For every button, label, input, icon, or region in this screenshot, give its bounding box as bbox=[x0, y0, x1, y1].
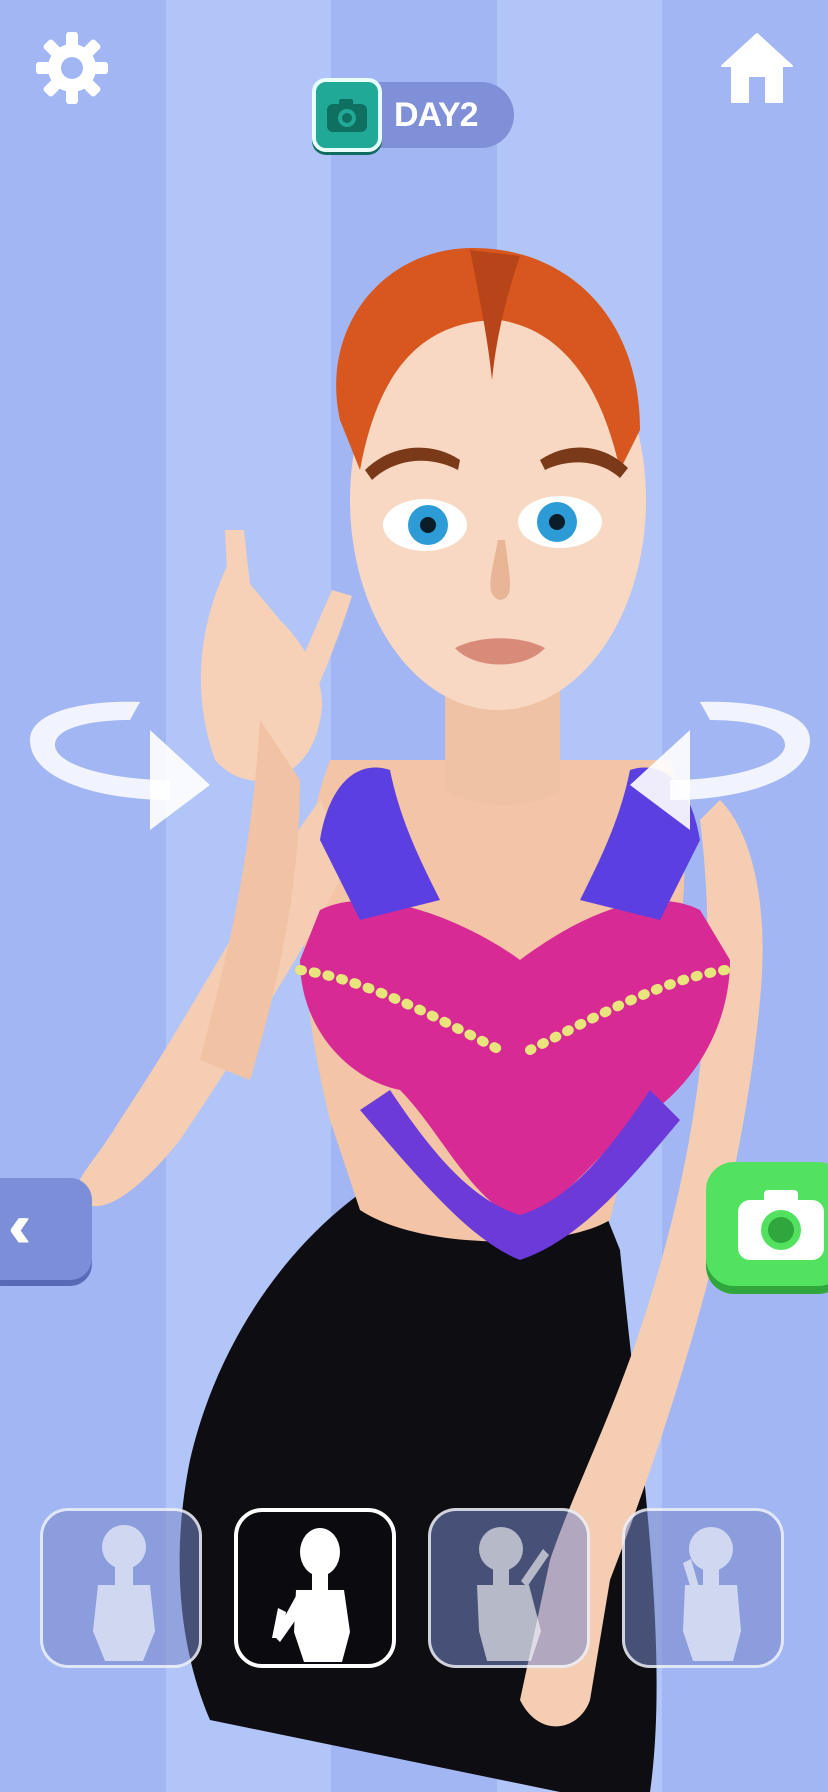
day-label: DAY2 bbox=[394, 96, 479, 134]
pose-shy-icon bbox=[683, 1527, 741, 1661]
rotate-left-arrow[interactable] bbox=[20, 690, 220, 840]
home-icon bbox=[721, 33, 793, 103]
day-indicator: DAY2 bbox=[312, 78, 514, 152]
pose-hand-on-head-icon bbox=[477, 1527, 549, 1661]
camera-badge bbox=[312, 78, 382, 152]
home-button[interactable] bbox=[718, 30, 796, 106]
pose-3[interactable] bbox=[428, 1508, 590, 1668]
back-button[interactable]: ‹‹ bbox=[0, 1178, 92, 1280]
take-photo-button[interactable] bbox=[706, 1162, 828, 1286]
pose-2[interactable] bbox=[234, 1508, 396, 1668]
pose-peace-sign-icon bbox=[272, 1528, 350, 1662]
settings-button[interactable] bbox=[34, 30, 110, 106]
rotate-right-arrow[interactable] bbox=[620, 690, 820, 840]
camera-icon bbox=[327, 99, 367, 132]
pose-standing-icon bbox=[93, 1525, 155, 1661]
camera-icon bbox=[738, 1190, 824, 1260]
double-chevron-left-icon: ‹‹ bbox=[8, 1192, 32, 1261]
pose-selector bbox=[40, 1508, 790, 1668]
gear-icon bbox=[36, 32, 108, 104]
pose-1[interactable] bbox=[40, 1508, 202, 1668]
pose-4[interactable] bbox=[622, 1508, 784, 1668]
